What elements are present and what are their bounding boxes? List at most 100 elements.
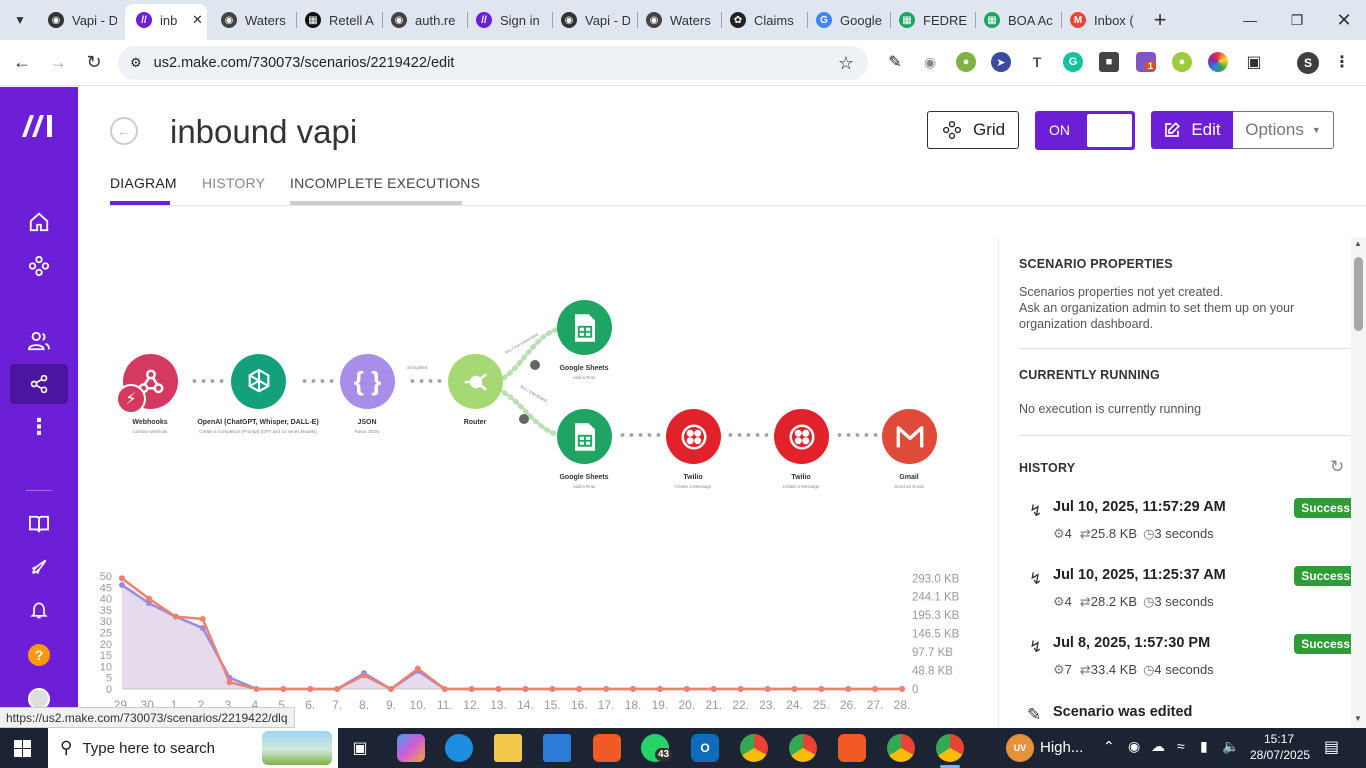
tray-wifi-icon[interactable]: ≈ [1177,738,1185,754]
brave-icon-2[interactable] [838,734,866,762]
profile-avatar[interactable]: S [1297,52,1319,74]
browser-tab[interactable]: ◉ Vapi - D [561,6,630,34]
twilio-module-2[interactable] [774,409,829,464]
options-dropdown[interactable]: Options ▼ [1233,111,1334,149]
tray-camera-icon[interactable]: ◉ [1128,738,1140,755]
text-extension-icon[interactable]: T [1027,52,1047,72]
brave-icon[interactable] [593,734,621,762]
google-sheets-module-top[interactable] [557,300,612,355]
minimize-icon[interactable]: — [1236,6,1264,34]
extensions-puzzle-icon[interactable]: ▣ [1244,52,1264,72]
twilio-module-1[interactable] [666,409,721,464]
browser-tab[interactable]: ▦ BOA Ac [984,6,1053,34]
history-item[interactable]: ↯ Jul 10, 2025, 11:25:37 AM ⚙4 ⇄28.2 KB ◷3 s… [1029,566,1357,627]
browser-tab[interactable]: ✿ Claims [730,6,799,34]
book-icon[interactable] [10,504,68,544]
browser-tab[interactable]: ▦ FEDRE [899,6,968,34]
tray-volume-icon[interactable]: 🔈 [1222,738,1239,755]
browser-tab[interactable]: G Google [816,6,885,34]
refresh-icon[interactable]: ↻ [1330,457,1344,477]
color-extension-icon[interactable] [1208,52,1228,72]
camera-extension-icon[interactable]: ◉ [920,52,940,72]
share-icon[interactable] [10,364,68,404]
bell-icon[interactable] [10,590,68,630]
grammarly-extension-icon[interactable]: G [1063,52,1083,72]
badge-extension-icon[interactable]: 1 [1136,52,1157,72]
tab-close-icon[interactable]: ✕ [192,12,203,28]
address-bar[interactable]: ⚙ us2.make.com/730073/scenarios/2219422/… [118,46,868,80]
file-explorer-icon[interactable] [494,734,522,762]
more-vertical-icon[interactable]: ⋮ [10,407,68,447]
browser-tab[interactable]: ◉ Waters [646,6,715,34]
notifications-icon[interactable]: ▤ [1324,737,1339,757]
json-module[interactable]: { } [340,354,395,409]
rocket-icon[interactable] [10,547,68,587]
restore-icon[interactable]: ❐ [1283,6,1311,34]
chrome-icon-2[interactable] [887,734,915,762]
close-window-icon[interactable]: ✕ [1330,6,1358,34]
windows-start-icon[interactable] [14,740,32,757]
site-info-icon[interactable]: ⚙ [130,55,142,71]
browser-tab[interactable]: // inb ✕ [136,6,203,34]
router-module[interactable] [448,354,503,409]
scrollbar-thumb[interactable] [1354,257,1363,331]
browser-tab[interactable]: ▦ Retell A [305,6,374,34]
task-view-icon[interactable]: ▣ [346,734,374,762]
chrome-profile-icon[interactable] [740,734,768,762]
scroll-up-arrow[interactable]: ▲ [1354,239,1362,248]
scenarios-icon[interactable] [10,246,68,286]
weather-text[interactable]: High... [1040,739,1083,756]
page-scrollbar[interactable]: ▲ ▼ [1351,237,1366,728]
scenario-title[interactable]: inbound vapi [170,113,357,151]
new-tab-icon[interactable]: + [1146,6,1174,34]
back-arrow-icon[interactable]: ← [110,117,138,145]
tab-incomplete-executions[interactable]: INCOMPLETE EXECUTIONS [290,175,480,191]
tab-diagram[interactable]: DIAGRAM [110,175,177,191]
clock-date[interactable]: 28/07/2025 [1250,748,1310,762]
browser-tab[interactable]: ◉ Vapi - D [48,6,117,34]
back-icon[interactable]: ← [8,48,36,76]
team-icon[interactable] [10,321,68,361]
grid-button[interactable]: Grid [927,111,1019,149]
forward-icon[interactable]: → [44,48,72,76]
scroll-down-arrow[interactable]: ▼ [1354,714,1362,723]
send-extension-icon[interactable]: ➤ [991,52,1011,72]
weather-icon[interactable]: UV [1006,734,1034,762]
google-sheets-module-bottom[interactable] [557,409,612,464]
whatsapp-icon[interactable]: 43 [641,734,673,762]
browser-tab[interactable]: ◉ auth.re [391,6,460,34]
taskbar-search-box[interactable]: ⚲ Type here to search [48,728,338,768]
history-item[interactable]: ↯ Jul 10, 2025, 11:57:29 AM ⚙4 ⇄25.8 KB ◷3 s… [1029,498,1357,559]
tab-search-icon[interactable]: ▼ [6,6,34,34]
pen-extension-icon[interactable]: ✎ [885,52,905,72]
home-icon[interactable] [10,202,68,242]
scheduling-toggle[interactable]: ON [1035,111,1135,150]
outlook-icon[interactable]: O [691,734,719,762]
browser-tab[interactable]: ◉ Waters [221,6,290,34]
browser-tab[interactable]: // Sign in [476,6,545,34]
store-icon[interactable] [543,734,571,762]
edit-button[interactable]: Edit [1151,111,1233,149]
edge-icon[interactable] [445,734,473,762]
clock-time[interactable]: 15:17 [1264,732,1294,746]
make-logo[interactable] [20,111,58,144]
trigger-clock-icon[interactable]: ⚡ [116,384,146,414]
chrome-icon-3[interactable] [936,734,964,762]
openai-module[interactable] [231,354,286,409]
reload-icon[interactable]: ↻ [80,48,108,76]
browser-tab[interactable]: M Inbox ( [1070,6,1139,34]
location-extension-icon[interactable]: ● [1172,52,1192,72]
browser-menu-icon[interactable]: ⋮ [1332,52,1352,72]
tray-onedrive-icon[interactable]: ☁ [1151,738,1165,755]
tray-battery-icon[interactable]: ▮ [1200,738,1208,755]
copilot-icon[interactable] [397,734,425,762]
chrome-icon[interactable] [789,734,817,762]
bookmark-star-icon[interactable]: ☆ [838,53,854,74]
puzzle-green-extension-icon[interactable]: ● [956,52,976,72]
pocket-extension-icon[interactable]: ■ [1099,52,1119,72]
gmail-module[interactable] [882,409,937,464]
help-icon[interactable]: ? [10,635,68,675]
tray-chevron-icon[interactable]: ⌃ [1103,738,1115,755]
history-item[interactable]: ↯ Jul 8, 2025, 1:57:30 PM ⚙7 ⇄33.4 KB ◷4 sec… [1029,634,1357,695]
tab-history[interactable]: HISTORY [202,175,265,191]
